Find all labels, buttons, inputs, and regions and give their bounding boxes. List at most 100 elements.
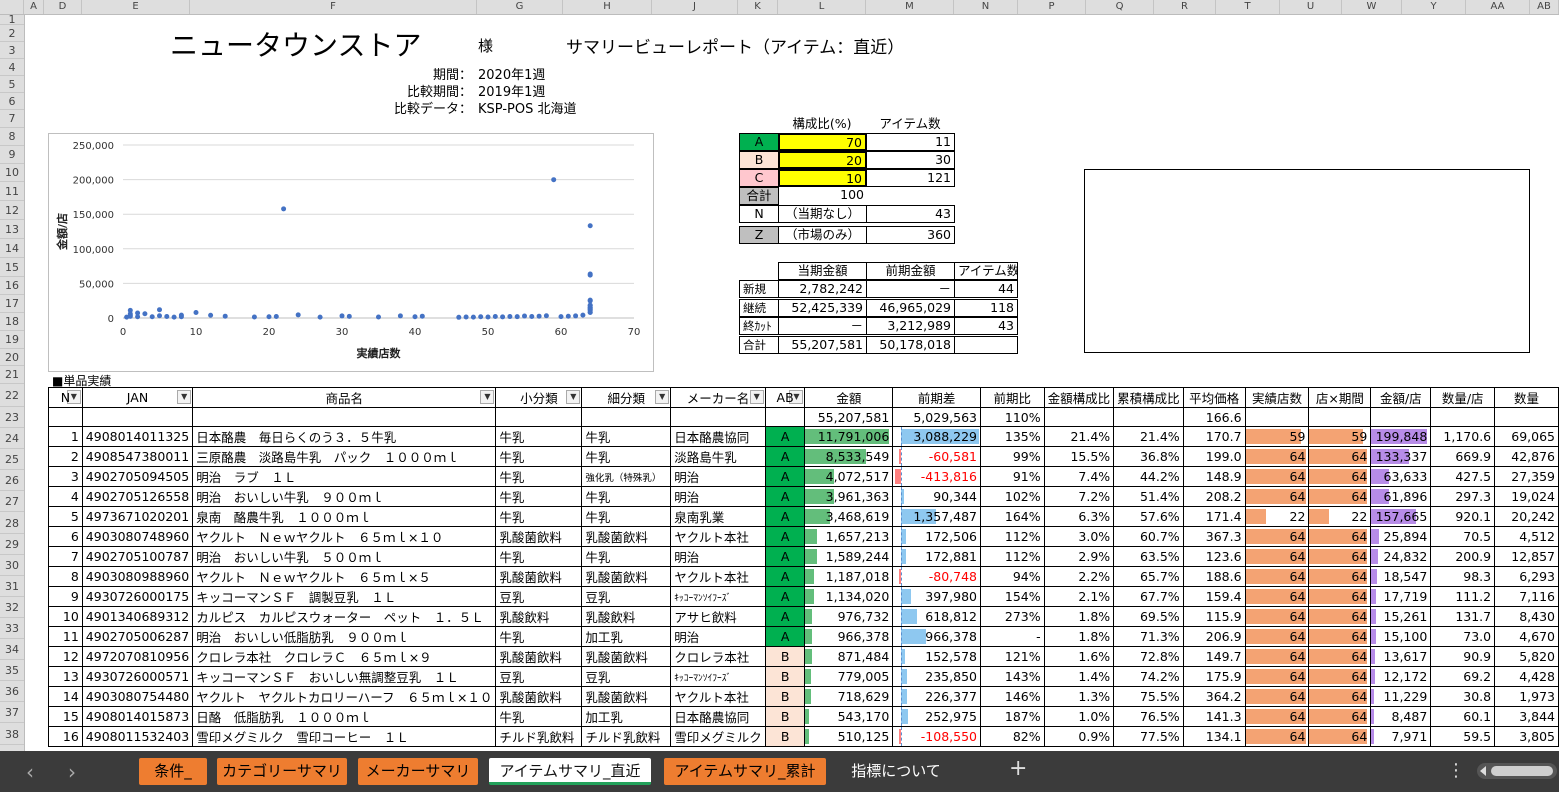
- select-all-corner[interactable]: [0, 0, 24, 14]
- row-header[interactable]: 2: [0, 25, 24, 42]
- cell-cat[interactable]: 牛乳: [495, 546, 583, 567]
- row-header[interactable]: 38: [0, 724, 24, 745]
- cell-avg[interactable]: 367.3: [1182, 526, 1246, 547]
- cell-cum[interactable]: 76.5%: [1113, 706, 1184, 727]
- column-header[interactable]: U: [1280, 0, 1342, 14]
- cell-qs[interactable]: 70.5: [1430, 526, 1496, 547]
- column-header[interactable]: F: [190, 0, 477, 14]
- cell-sp[interactable]: 64: [1308, 606, 1372, 627]
- cell-sp[interactable]: 64: [1308, 546, 1372, 567]
- filter-dropdown-icon[interactable]: ▼: [480, 390, 495, 404]
- row-header[interactable]: 33: [0, 618, 24, 640]
- cell-name[interactable]: 三原酪農 淡路島牛乳 パック １０００ｍｌ: [192, 446, 497, 467]
- column-header[interactable]: G: [477, 0, 563, 14]
- cell-qs[interactable]: 131.7: [1430, 606, 1496, 627]
- next-sheet-icon[interactable]: ›: [68, 760, 76, 784]
- cell-diff[interactable]: 3,088,229: [892, 426, 981, 447]
- column-header[interactable]: Q: [1086, 0, 1154, 14]
- cell-sub[interactable]: 牛乳: [581, 446, 672, 467]
- cell-sp[interactable]: 64: [1308, 446, 1372, 467]
- column-header[interactable]: P: [1018, 0, 1086, 14]
- cell-qs[interactable]: 98.3: [1430, 566, 1496, 587]
- table-row[interactable]: 9 4930726000175 キッコーマンＳＦ 調製豆乳 １Ｌ 豆乳 豆乳 ｷｯｺｰﾏﾝ…: [48, 586, 1559, 607]
- cell-stores[interactable]: 22: [1244, 506, 1310, 527]
- cell-jan[interactable]: 4908014011325: [81, 426, 194, 447]
- sheet-tab[interactable]: アイテムサマリ_累計: [664, 758, 826, 785]
- column-header[interactable]: D: [44, 0, 82, 14]
- cell-name[interactable]: 日酪 低脂肪乳 １０００ｍｌ: [192, 706, 497, 727]
- scatter-chart[interactable]: 0 50,000 100,000 150,000 200,000 250,000 0 10 20…: [48, 133, 654, 372]
- cell-ab[interactable]: B: [764, 706, 806, 727]
- cell-jan[interactable]: 4908014015873: [81, 706, 194, 727]
- cell-cat[interactable]: 牛乳: [495, 426, 583, 447]
- cell-diff[interactable]: 226,377: [892, 686, 981, 707]
- filter-dropdown-icon[interactable]: ▼: [749, 390, 764, 404]
- cell-ps[interactable]: 61,896: [1370, 486, 1432, 507]
- cell-sp[interactable]: 64: [1308, 526, 1372, 547]
- cell-ps[interactable]: 63,633: [1370, 466, 1432, 487]
- cell-amount[interactable]: 3,961,363: [804, 486, 894, 507]
- cell-ratio[interactable]: 187%: [979, 706, 1045, 727]
- cell-maker[interactable]: 明治: [670, 466, 766, 487]
- column-title[interactable]: 前期比: [979, 387, 1045, 408]
- column-title[interactable]: 実績店数: [1244, 387, 1310, 408]
- cell-stores[interactable]: 64: [1244, 666, 1310, 687]
- cell-ps[interactable]: 7,971: [1370, 726, 1432, 747]
- cell-qs[interactable]: 669.9: [1430, 446, 1496, 467]
- cell-maker[interactable]: クロレラ本社: [670, 646, 766, 667]
- cell-diff[interactable]: 172,506: [892, 526, 981, 547]
- cell-amount[interactable]: 4,072,517: [804, 466, 894, 487]
- row-header[interactable]: 9: [0, 146, 24, 164]
- table-row[interactable]: 16 4908011532403 雪印メグミルク 雪印コーヒー １Ｌ チルド乳飲料 チル…: [48, 726, 1559, 747]
- cell-qs[interactable]: 111.2: [1430, 586, 1496, 607]
- row-header[interactable]: 30: [0, 555, 24, 576]
- cell-ab[interactable]: B: [764, 726, 806, 747]
- cell-ratio[interactable]: 94%: [979, 566, 1045, 587]
- cell-comp[interactable]: 2.1%: [1043, 586, 1115, 607]
- cell-ab[interactable]: B: [764, 646, 806, 667]
- cell-qty[interactable]: 1,973: [1494, 686, 1559, 707]
- cell-avg[interactable]: 134.1: [1182, 726, 1246, 747]
- cell-ab[interactable]: A: [764, 426, 806, 447]
- filter-dropdown-icon[interactable]: ▼: [566, 390, 581, 404]
- cell-comp[interactable]: 7.2%: [1043, 486, 1115, 507]
- table-row[interactable]: 11 4902705006287 明治 おいしい低脂肪乳 ９００ｍｌ 牛乳 加工乳 明治 A…: [48, 626, 1559, 647]
- column-header[interactable]: AB: [1530, 0, 1559, 14]
- cell-stores[interactable]: 64: [1244, 546, 1310, 567]
- cell-cat[interactable]: 乳酸菌飲料: [495, 566, 583, 587]
- sheet-tab[interactable]: 指標について: [840, 758, 952, 785]
- column-header[interactable]: W: [1342, 0, 1402, 14]
- cell-qty[interactable]: 4,512: [1494, 526, 1559, 547]
- column-title[interactable]: 数量: [1494, 387, 1559, 408]
- cell-sub[interactable]: 牛乳: [581, 546, 672, 567]
- cell-ratio[interactable]: 82%: [979, 726, 1045, 747]
- row-header[interactable]: 6: [0, 93, 24, 110]
- cell-sub[interactable]: 加工乳: [581, 706, 672, 727]
- cell-sp[interactable]: 64: [1308, 586, 1372, 607]
- cell-cum[interactable]: 21.4%: [1113, 426, 1184, 447]
- cell-ps[interactable]: 15,100: [1370, 626, 1432, 647]
- cell-cat[interactable]: 牛乳: [495, 506, 583, 527]
- column-header[interactable]: N: [954, 0, 1018, 14]
- cell-qty[interactable]: 4,428: [1494, 666, 1559, 687]
- cell-sub[interactable]: 牛乳: [581, 426, 672, 447]
- cell-sub[interactable]: チルド乳飲料: [581, 726, 672, 747]
- cell-ps[interactable]: 11,229: [1370, 686, 1432, 707]
- cell-n[interactable]: 3: [48, 466, 83, 487]
- column-title[interactable]: メーカー名 ▼: [670, 387, 766, 408]
- cell-name[interactable]: 明治 おいしい牛乳 ９００ｍｌ: [192, 486, 497, 507]
- cell-comp[interactable]: 0.9%: [1043, 726, 1115, 747]
- cell-ratio[interactable]: 91%: [979, 466, 1045, 487]
- cell-qty[interactable]: 27,359: [1494, 466, 1559, 487]
- cell-cat[interactable]: 牛乳: [495, 706, 583, 727]
- row-header[interactable]: 22: [0, 384, 24, 407]
- cell-avg[interactable]: 170.7: [1182, 426, 1246, 447]
- row-header[interactable]: 11: [0, 182, 24, 201]
- column-header[interactable]: M: [866, 0, 954, 14]
- cell-maker[interactable]: 明治: [670, 626, 766, 647]
- cell-qs[interactable]: 920.1: [1430, 506, 1496, 527]
- scrollbar-thumb[interactable]: [1491, 766, 1553, 776]
- cell-cat[interactable]: 乳酸飲料: [495, 606, 583, 627]
- row-header[interactable]: 32: [0, 597, 24, 618]
- row-header[interactable]: 14: [0, 239, 24, 258]
